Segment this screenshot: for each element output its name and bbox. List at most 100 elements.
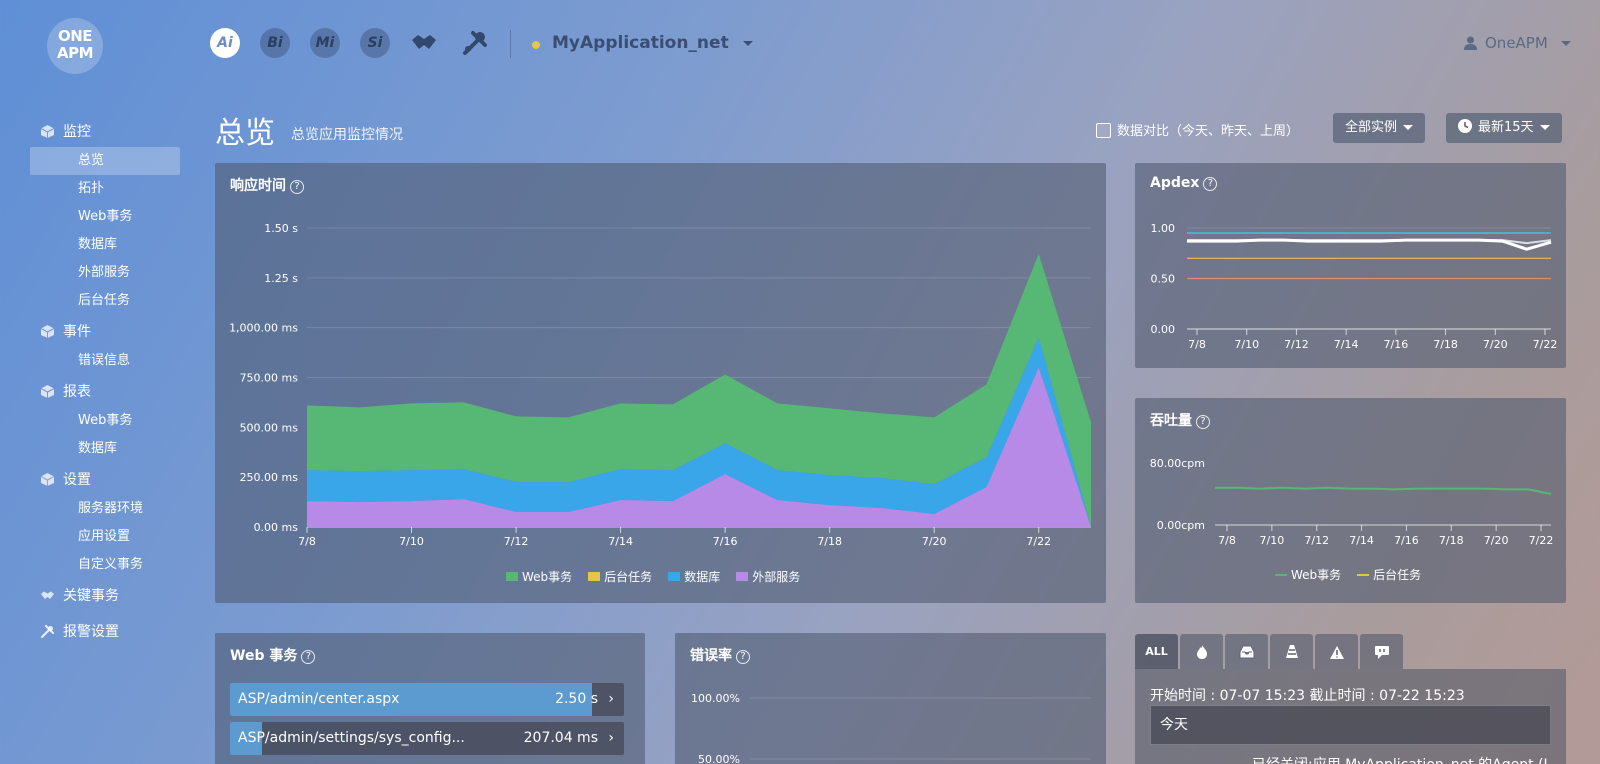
sidebar-item-database[interactable]: 数据库 [30, 231, 180, 259]
fire-icon [1196, 645, 1207, 659]
legend-label: Web事务 [522, 570, 573, 584]
y-tick-label: 500.00 ms [240, 421, 299, 434]
transaction-value: 207.04 ms [523, 730, 598, 746]
tab-warning[interactable] [1315, 634, 1358, 669]
sidebar-group-label: 关键事务 [63, 588, 119, 604]
web-transactions-panel: Web 事务? ASP/admin/center.aspx 2.50 s › A… [215, 633, 645, 764]
legend-label: 后台任务 [604, 570, 653, 584]
event-day-group[interactable]: 今天 [1150, 705, 1551, 745]
y-tick-label: 50.00% [698, 753, 740, 764]
sidebar-item-overview[interactable]: 总览 [30, 147, 180, 175]
page-subtitle: 总览应用监控情况 [291, 127, 403, 143]
web-transactions-title: Web 事务 [230, 648, 298, 664]
sidebar-item-topology[interactable]: 拓扑 [30, 175, 180, 203]
sidebar-group-settings[interactable]: 设置 [30, 465, 180, 495]
user-menu[interactable]: OneAPM [1464, 34, 1571, 52]
throughput-panel: 吞吐量? 0.00cpm 80.00cpm 7/8 7/10 7/12 7/14 7/16 7… [1135, 398, 1566, 603]
cube-icon [40, 385, 55, 398]
legend-item[interactable]: 数据库 [668, 570, 720, 584]
x-tick-label: 7/18 [1439, 534, 1464, 547]
sidebar-item-custom-tx[interactable]: 自定义事务 [30, 551, 180, 579]
y-tick-label: 0.00 ms [254, 521, 299, 534]
help-icon[interactable]: ? [301, 650, 316, 664]
user-icon [1464, 36, 1477, 50]
error-rate-panel: 错误率? 100.00% 50.00% [675, 633, 1106, 764]
error-rate-chart: 100.00% 50.00% [691, 692, 1091, 764]
sidebar-item-server-env[interactable]: 服务器环境 [30, 495, 180, 523]
sidebar-item-web-transactions[interactable]: Web事务 [30, 203, 180, 231]
tab-inbox[interactable] [1225, 634, 1268, 669]
legend-item[interactable]: 外部服务 [736, 570, 800, 584]
throughput-series-line [1215, 486, 1552, 495]
response-time-panel: 响应时间? 0.00 ms 250.00 ms 500.00 ms 750.00 ms… [215, 163, 1106, 603]
instances-dropdown[interactable]: 全部实例 [1333, 113, 1426, 143]
legend-label: 外部服务 [752, 570, 801, 584]
tab-fire[interactable] [1180, 634, 1223, 669]
tools-icon [40, 624, 55, 639]
legend-label: 后台任务 [1373, 568, 1422, 582]
sidebar-group-events[interactable]: 事件 [30, 317, 180, 347]
sidebar-item-background-tasks[interactable]: 后台任务 [30, 287, 180, 315]
sidebar-group-key-transactions[interactable]: 关键事务 [30, 581, 180, 611]
chevron-down-icon [1403, 125, 1414, 130]
handshake-icon[interactable] [409, 28, 439, 58]
legend-item[interactable]: 后台任务 [1357, 568, 1421, 582]
time-range-dropdown[interactable]: 最新15天 [1446, 113, 1562, 143]
tab-cone[interactable] [1270, 634, 1313, 669]
sidebar-item-errors[interactable]: 错误信息 [30, 347, 180, 375]
transaction-value: 2.50 s [555, 691, 598, 707]
time-range-label: 最新15天 [1478, 120, 1534, 135]
x-tick-label: 7/18 [1433, 338, 1458, 351]
clock-icon [1458, 119, 1472, 133]
sidebar-group-monitor[interactable]: 监控 [30, 117, 180, 147]
x-tick-label: 7/14 [1334, 338, 1359, 351]
legend-item[interactable]: Web事务 [506, 570, 572, 584]
sidebar: 监控 总览 拓扑 Web事务 数据库 外部服务 后台任务 事件 错误信息 报表 … [30, 115, 180, 647]
chevron-down-icon [742, 40, 753, 46]
sidebar-item-report-database[interactable]: 数据库 [30, 435, 180, 463]
legend-swatch [736, 572, 749, 581]
tools-icon[interactable] [460, 28, 490, 58]
transaction-row[interactable]: ASP/admin/center.aspx 2.50 s › [230, 683, 624, 716]
sidebar-group-label: 报警设置 [63, 624, 119, 640]
legend-item[interactable]: Web事务 [1275, 568, 1341, 582]
y-tick-label: 250.00 ms [240, 471, 299, 484]
x-tick-label: 7/8 [1218, 534, 1236, 547]
sidebar-item-app-settings[interactable]: 应用设置 [30, 523, 180, 551]
compare-toggle[interactable]: 数据对比（今天、昨天、上周） [1096, 120, 1299, 139]
cube-icon [40, 325, 55, 338]
cube-icon [40, 125, 55, 138]
sidebar-item-external-services[interactable]: 外部服务 [30, 259, 180, 287]
x-tick-label: 7/22 [1026, 535, 1051, 548]
response-time-legend: Web事务 后台任务 数据库 外部服务 [506, 568, 816, 585]
y-tick-label: 1.00 [1151, 222, 1176, 235]
legend-swatch [1357, 574, 1370, 576]
sidebar-item-report-web[interactable]: Web事务 [30, 407, 180, 435]
legend-item[interactable]: 后台任务 [588, 570, 652, 584]
event-message[interactable]: 已经关闭:应用 MyApplication_net 的Agent (I... [1252, 754, 1561, 764]
chevron-right-icon: › [608, 691, 614, 707]
tab-chat[interactable] [1360, 634, 1403, 669]
throughput-legend: Web事务 后台任务 [1275, 566, 1437, 583]
oneapm-logo[interactable]: ONE APM [47, 18, 103, 74]
legend-swatch [506, 572, 518, 581]
transaction-row[interactable]: ASP/admin/settings/sys_config... 207.04 … [230, 722, 624, 755]
sidebar-group-alerts[interactable]: 报警设置 [30, 617, 180, 647]
product-mi-icon[interactable]: Mi [310, 28, 340, 58]
legend-swatch [668, 572, 681, 581]
x-tick-label: 7/20 [1483, 338, 1508, 351]
compare-checkbox[interactable] [1096, 123, 1111, 138]
product-bi-icon[interactable]: Bi [260, 28, 290, 58]
legend-label: 数据库 [684, 570, 721, 584]
x-tick-label: 7/12 [504, 535, 529, 548]
chevron-down-icon [1539, 125, 1550, 130]
x-tick-label: 7/16 [1394, 534, 1419, 547]
product-si-icon[interactable]: Si [360, 28, 390, 58]
product-ai-icon[interactable]: Ai [210, 28, 240, 58]
app-selector[interactable]: MyApplication_net [552, 33, 753, 53]
x-tick-label: 7/12 [1304, 534, 1329, 547]
tab-all[interactable]: ALL [1135, 634, 1178, 669]
x-tick-label: 7/18 [817, 535, 842, 548]
y-tick-label: 0.00 [1151, 323, 1176, 336]
sidebar-group-reports[interactable]: 报表 [30, 377, 180, 407]
